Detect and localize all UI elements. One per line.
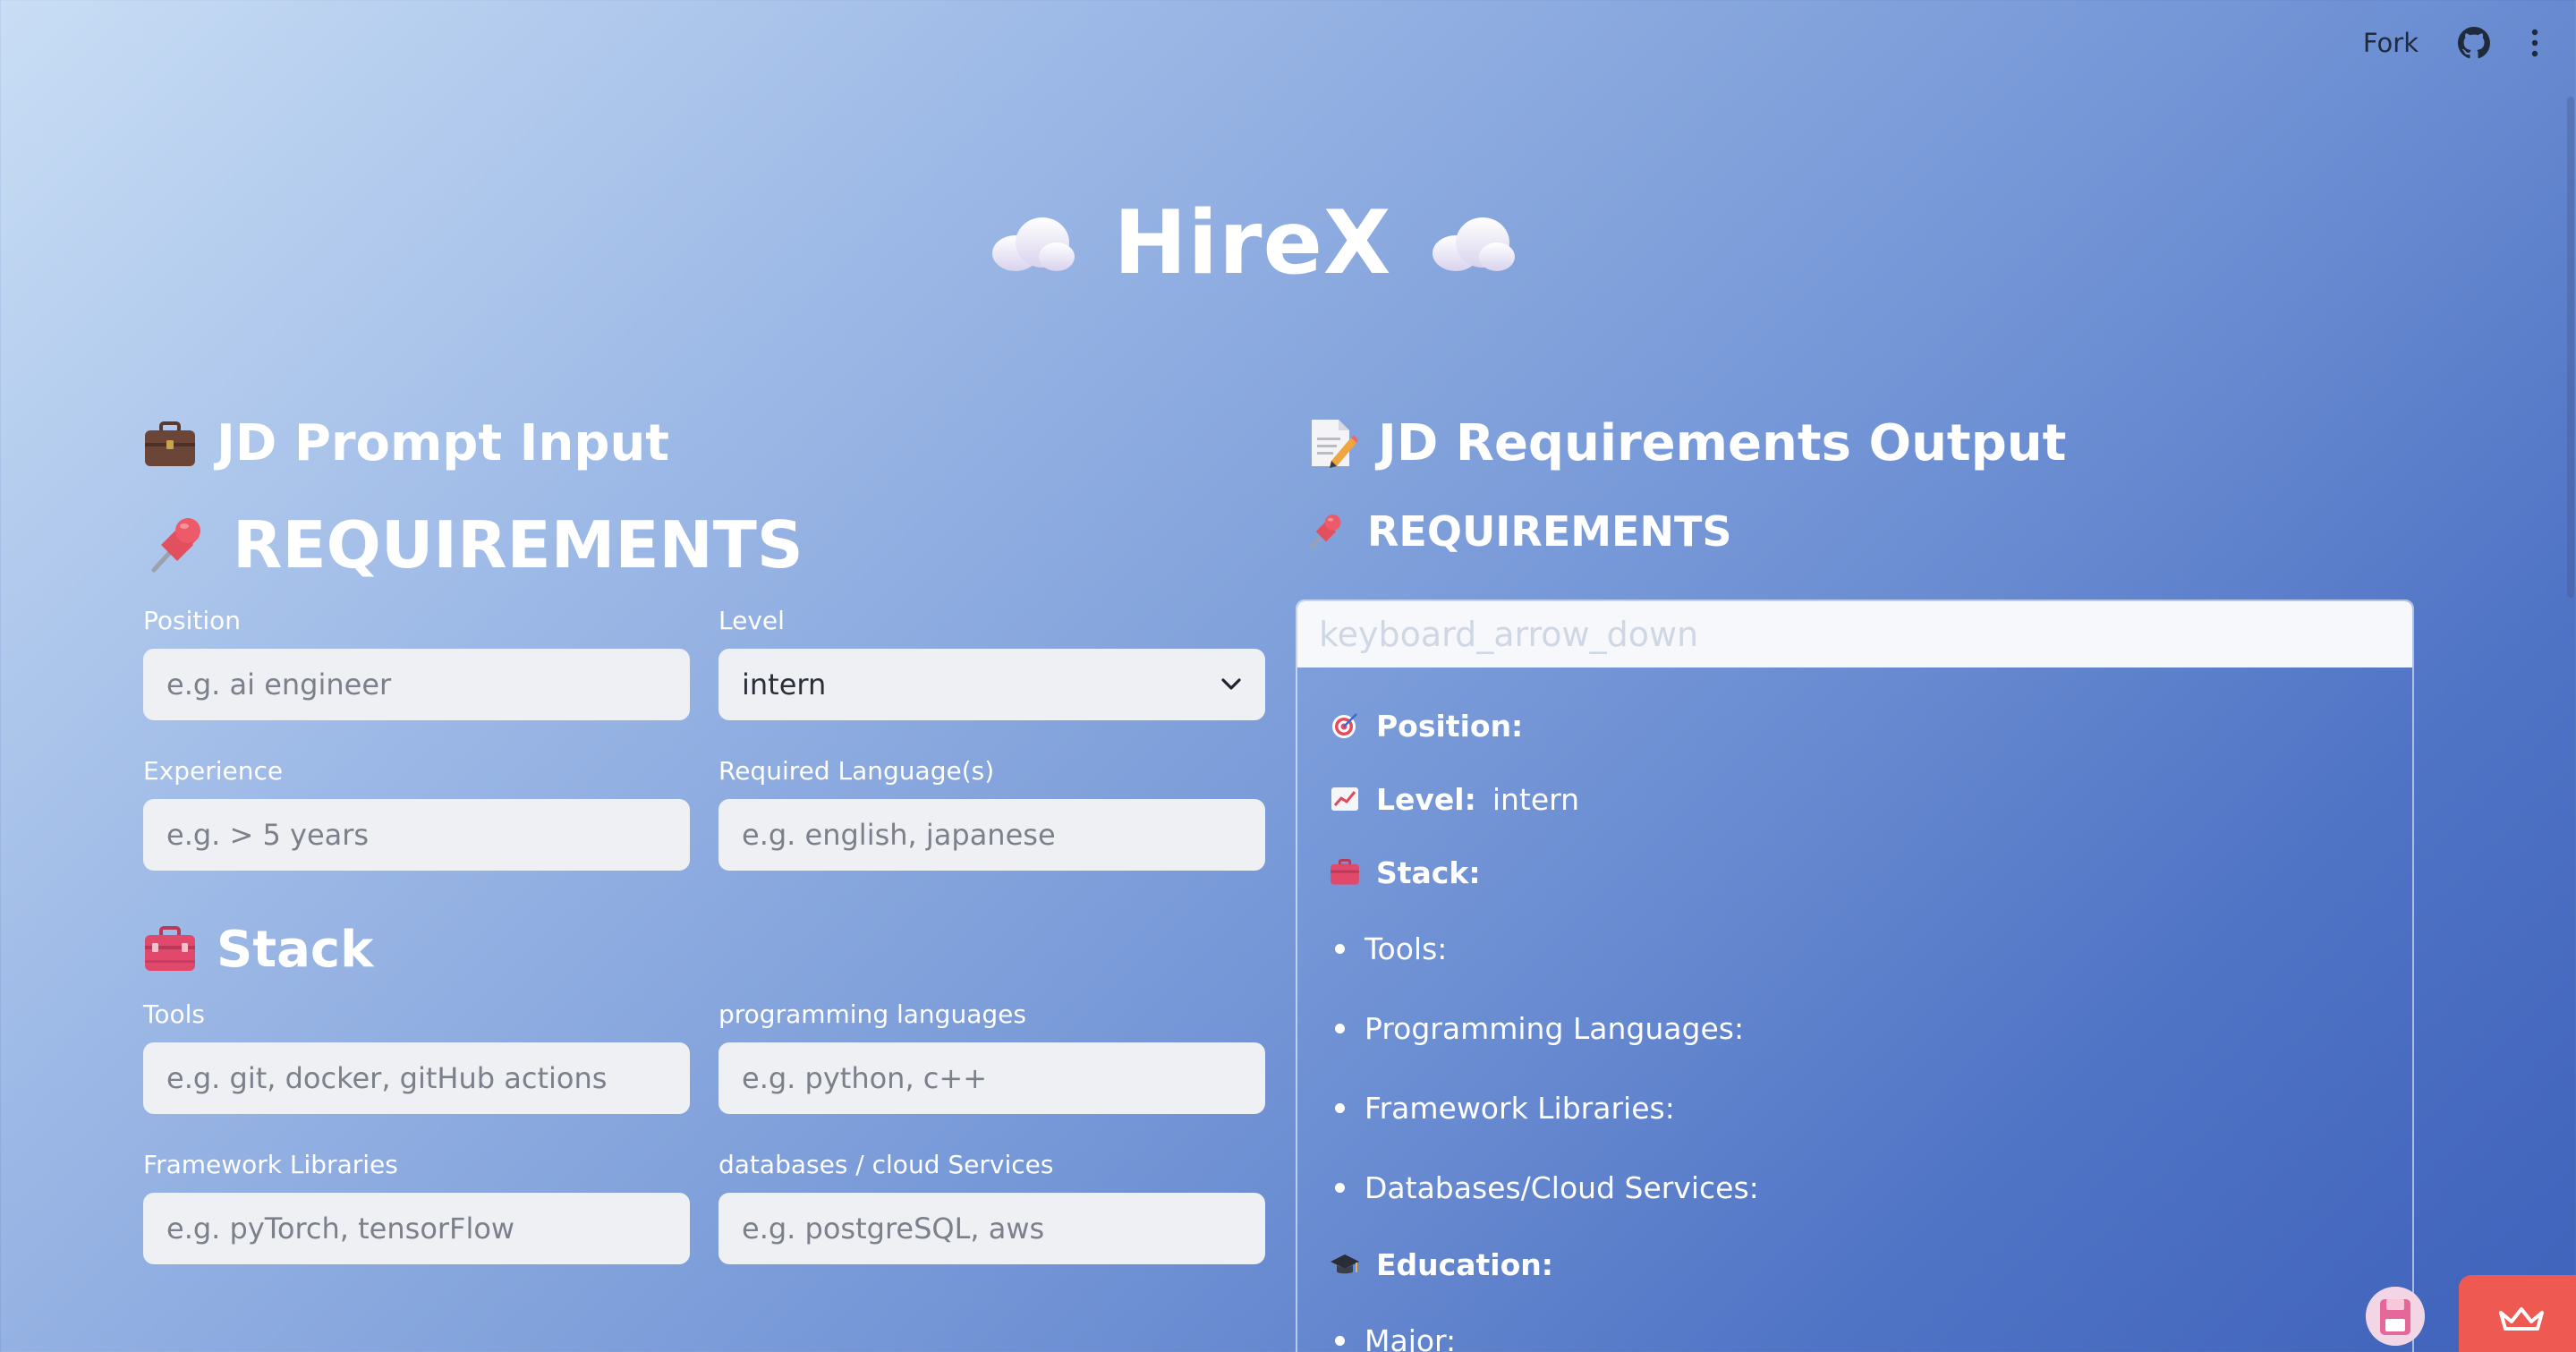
stack-item-tools: Tools: xyxy=(1365,931,1448,966)
languages-label: Required Language(s) xyxy=(718,756,995,786)
stack-heading-text: Stack xyxy=(217,920,374,979)
requirements-heading: REQUIREMENTS xyxy=(143,500,1265,590)
output-level-label: Level: xyxy=(1376,781,1476,817)
requirements-form: Position Level intern Experience Require… xyxy=(143,602,1265,871)
stack-item-frameworks: Framework Libraries: xyxy=(1365,1091,1675,1126)
programming-input[interactable] xyxy=(718,1042,1265,1114)
list-item: Programming Languages: xyxy=(1330,989,2382,1068)
requirements-output-box: keyboard_arrow_down Position: Level: int… xyxy=(1296,599,2414,1352)
output-requirements-heading-text: REQUIREMENTS xyxy=(1367,507,1732,556)
expander-icon-text: keyboard_arrow_down xyxy=(1319,615,1699,654)
output-education-label: Education: xyxy=(1376,1246,1553,1282)
level-field: Level intern xyxy=(718,602,1265,720)
scrollbar-thumb[interactable] xyxy=(2567,97,2574,598)
github-icon[interactable] xyxy=(2458,27,2490,59)
jd-output-panel: JD Requirements Output REQUIREMENTS xyxy=(1305,407,2414,556)
streamlit-badge[interactable] xyxy=(2459,1275,2576,1352)
experience-field: Experience xyxy=(143,753,690,871)
experience-label: Experience xyxy=(143,756,284,786)
tools-field: Tools xyxy=(143,996,690,1114)
programming-field: programming languages xyxy=(718,996,1265,1114)
pushpin-icon xyxy=(1305,510,1348,553)
bullet-dot xyxy=(1335,944,1345,954)
position-field: Position xyxy=(143,602,690,720)
chevron-down-icon xyxy=(1220,677,1242,692)
stack-form: Tools programming languages Framework Li… xyxy=(143,996,1265,1264)
bullet-dot xyxy=(1335,1336,1345,1346)
stack-item-programming: Programming Languages: xyxy=(1365,1011,1745,1046)
list-item: Major: xyxy=(1330,1301,2382,1352)
avatar[interactable] xyxy=(2366,1287,2425,1346)
output-education-line: Education: xyxy=(1330,1228,2382,1301)
chart-increasing-icon xyxy=(1330,784,1360,814)
output-panel-heading: JD Requirements Output xyxy=(1305,407,2414,479)
list-item: Tools: xyxy=(1330,909,2382,989)
output-level-value: intern xyxy=(1492,781,1580,817)
tools-label: Tools xyxy=(143,999,205,1029)
hero-title-row: HireX xyxy=(0,192,2505,294)
databases-input[interactable] xyxy=(718,1193,1265,1264)
position-label: Position xyxy=(143,606,242,635)
position-input[interactable] xyxy=(143,649,690,720)
programming-label: programming languages xyxy=(718,999,1026,1029)
pushpin-icon xyxy=(143,511,211,579)
level-select-value: intern xyxy=(742,667,827,702)
experience-input[interactable] xyxy=(143,799,690,871)
output-stack-label: Stack: xyxy=(1376,855,1481,890)
databases-field: databases / cloud Services xyxy=(718,1146,1265,1264)
bullet-dot xyxy=(1335,1183,1345,1193)
toolbox-icon xyxy=(1330,857,1360,888)
output-requirements-heading: REQUIREMENTS xyxy=(1305,507,2414,556)
level-select[interactable]: intern xyxy=(718,649,1265,720)
jd-input-panel: JD Prompt Input REQUIREMENTS Position Le… xyxy=(143,407,1265,1264)
cloud-icon xyxy=(989,212,1076,275)
stack-heading: Stack xyxy=(143,914,1265,985)
crown-icon xyxy=(2499,1307,2544,1331)
frameworks-field: Framework Libraries xyxy=(143,1146,690,1264)
memo-icon xyxy=(1305,416,1358,470)
output-position-label: Position: xyxy=(1376,708,1524,744)
languages-input[interactable] xyxy=(718,799,1265,871)
frameworks-label: Framework Libraries xyxy=(143,1150,398,1179)
top-toolbar: Fork xyxy=(2363,18,2540,68)
cloud-icon xyxy=(1429,212,1517,275)
output-content: Position: Level: intern Stack: Tools: Pr… xyxy=(1297,667,2412,1352)
tools-input[interactable] xyxy=(143,1042,690,1114)
toolbox-icon xyxy=(143,924,197,974)
input-panel-heading: JD Prompt Input xyxy=(143,407,1265,479)
app-title: HireX xyxy=(1113,192,1392,294)
databases-label: databases / cloud Services xyxy=(718,1150,1054,1179)
education-item-major: Major: xyxy=(1365,1323,1457,1352)
graduation-cap-icon xyxy=(1330,1249,1360,1280)
stack-item-databases: Databases/Cloud Services: xyxy=(1365,1170,1759,1205)
output-stack-line: Stack: xyxy=(1330,836,2382,909)
page-scrollbar[interactable] xyxy=(2565,97,2576,598)
output-position-line: Position: xyxy=(1330,689,2382,762)
briefcase-icon xyxy=(143,416,197,470)
bullet-dot xyxy=(1335,1103,1345,1113)
level-label: Level xyxy=(718,606,785,635)
output-panel-heading-text: JD Requirements Output xyxy=(1378,413,2067,472)
fork-button[interactable]: Fork xyxy=(2363,28,2419,58)
input-panel-heading-text: JD Prompt Input xyxy=(217,413,670,472)
frameworks-input[interactable] xyxy=(143,1193,690,1264)
target-icon xyxy=(1330,710,1360,741)
kebab-menu-icon[interactable] xyxy=(2529,28,2540,58)
output-level-line: Level: intern xyxy=(1330,762,2382,836)
requirements-heading-text: REQUIREMENTS xyxy=(233,507,803,582)
list-item: Framework Libraries: xyxy=(1330,1068,2382,1148)
list-item: Databases/Cloud Services: xyxy=(1330,1148,2382,1228)
languages-field: Required Language(s) xyxy=(718,753,1265,871)
expander-header[interactable]: keyboard_arrow_down xyxy=(1297,601,2412,667)
bullet-dot xyxy=(1335,1024,1345,1033)
